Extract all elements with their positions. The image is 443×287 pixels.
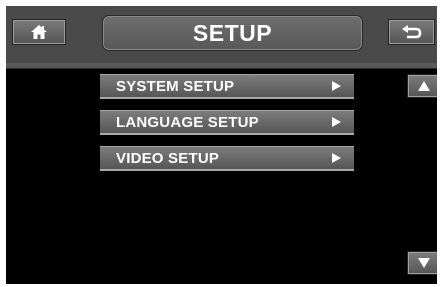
scroll-down-button[interactable] bbox=[407, 251, 437, 275]
header-divider bbox=[6, 63, 437, 69]
page-title: SETUP bbox=[192, 19, 273, 46]
menu-item-language-setup[interactable]: LANGUAGE SETUP bbox=[100, 110, 354, 135]
menu-item-label: LANGUAGE SETUP bbox=[116, 113, 259, 131]
menu-item-label: VIDEO SETUP bbox=[116, 149, 220, 167]
menu-item-video-setup[interactable]: VIDEO SETUP bbox=[100, 146, 354, 171]
title-box: SETUP bbox=[102, 15, 363, 51]
arrow-down-icon bbox=[417, 258, 430, 268]
return-arrow-icon bbox=[389, 20, 434, 44]
chevron-right-icon bbox=[332, 153, 341, 163]
home-button[interactable] bbox=[12, 19, 66, 45]
arrow-up-icon bbox=[417, 81, 430, 91]
chevron-right-icon bbox=[332, 81, 341, 91]
menu-item-system-setup[interactable]: SYSTEM SETUP bbox=[100, 74, 354, 99]
menu-item-label: SYSTEM SETUP bbox=[116, 77, 235, 95]
setup-screen: SETUP SYSTEM SETUP LANGUAGE SETUP VIDEO … bbox=[6, 6, 437, 284]
scroll-up-button[interactable] bbox=[407, 74, 437, 98]
header-bar: SETUP bbox=[6, 6, 437, 63]
home-icon bbox=[13, 20, 65, 44]
chevron-right-icon bbox=[332, 117, 341, 127]
back-button[interactable] bbox=[388, 19, 435, 45]
